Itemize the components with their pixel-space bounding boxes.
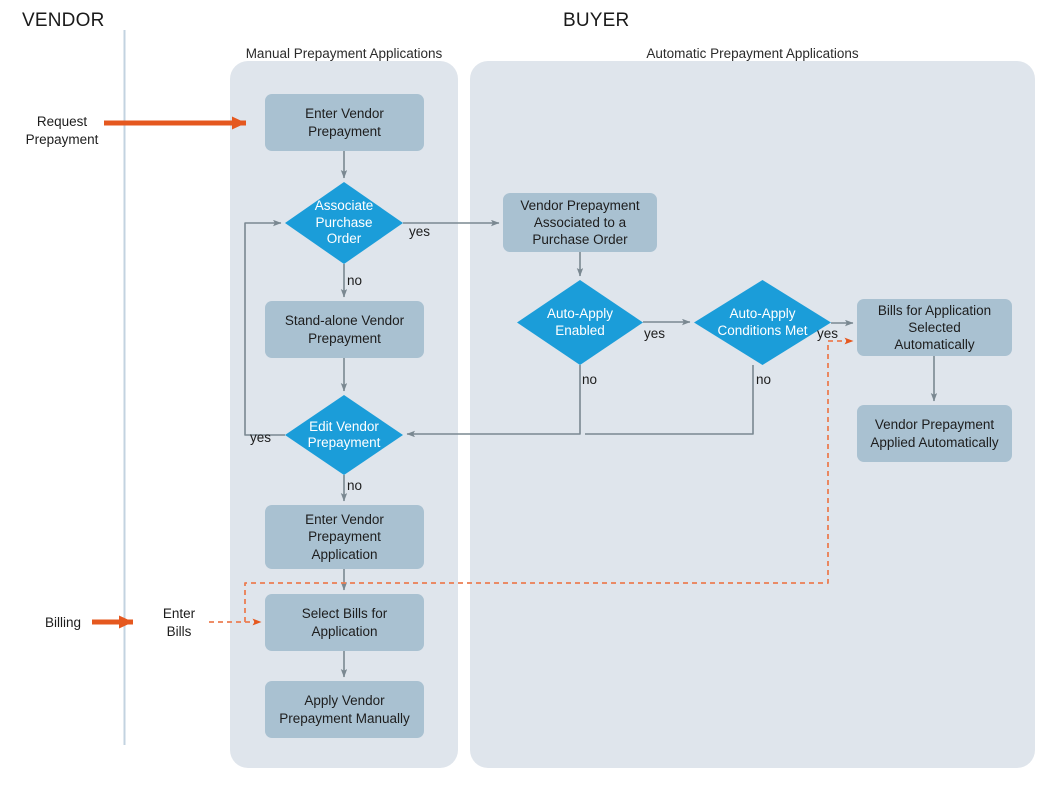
edge-label-associate-po-no: no — [347, 273, 363, 288]
node-label: Enter Vendor Prepayment — [305, 106, 384, 139]
external-label-request-prepayment: Request Prepayment — [25, 114, 99, 147]
lane-title-automatic-prepayment-applications: Automatic Prepayment Applications — [646, 46, 859, 61]
connector-auto-apply-enabled-no-to-edit-vendor-prepayment — [406, 365, 581, 438]
node-label: Vendor Prepayment Applied Automatically — [870, 417, 999, 450]
node-apply-vendor-prepayment-manually[interactable]: Apply Vendor Prepayment Manually — [265, 681, 424, 738]
node-select-bills-for-application[interactable]: Select Bills for Application — [265, 594, 424, 651]
external-label-billing: Billing — [44, 615, 82, 630]
node-label: Apply Vendor Prepayment Manually — [279, 693, 410, 726]
node-label: Bills for Application Selected Automatic… — [877, 302, 992, 353]
node-auto-apply-conditions-met[interactable]: Auto-Apply Conditions Met — [694, 280, 831, 365]
node-vendor-prepayment-applied-automatically[interactable]: Vendor Prepayment Applied Automatically — [857, 405, 1012, 462]
edge-label-associate-po-yes: yes — [409, 224, 431, 239]
pool-title-buyer: BUYER — [563, 10, 630, 31]
node-auto-apply-enabled[interactable]: Auto-Apply Enabled — [517, 280, 643, 365]
node-associate-purchase-order[interactable]: Associate Purchase Order — [285, 182, 403, 264]
node-label: Vendor Prepayment Associated to a Purcha… — [520, 197, 640, 248]
node-label: Stand-alone Vendor Prepayment — [284, 313, 405, 346]
edge-label-auto-apply-conditions-met-no: no — [756, 372, 772, 387]
node-label: Auto-Apply Enabled — [546, 306, 614, 338]
connector-layer — [92, 30, 938, 745]
node-enter-vendor-prepayment[interactable]: Enter Vendor Prepayment — [265, 94, 424, 151]
node-enter-vendor-prepayment-application[interactable]: Enter Vendor Prepayment Application — [265, 505, 424, 569]
lane-title-manual-prepayment-applications: Manual Prepayment Applications — [245, 46, 443, 61]
diagram-canvas: VENDOR BUYER Manual Prepayment Applicati… — [0, 0, 1044, 787]
edge-label-auto-apply-enabled-no: no — [582, 372, 598, 387]
edge-label-auto-apply-enabled-yes: yes — [644, 326, 666, 341]
edge-label-edit-vendor-prepayment-yes: yes — [250, 430, 272, 445]
edge-label-edit-vendor-prepayment-no: no — [347, 478, 363, 493]
node-label: Edit Vendor Prepayment — [307, 418, 381, 450]
node-edit-vendor-prepayment[interactable]: Edit Vendor Prepayment — [285, 395, 403, 475]
node-label: Enter Vendor Prepayment Application — [305, 512, 384, 562]
node-vendor-prepayment-associated-to-purchase-order[interactable]: Vendor Prepayment Associated to a Purcha… — [503, 193, 657, 252]
node-label: Associate Purchase Order — [314, 198, 374, 247]
external-label-enter-bills: Enter Bills — [162, 606, 196, 639]
node-label: Select Bills for Application — [301, 606, 388, 639]
node-label: Auto-Apply Conditions Met — [717, 306, 808, 338]
node-stand-alone-vendor-prepayment[interactable]: Stand-alone Vendor Prepayment — [265, 301, 424, 358]
pool-title-vendor: VENDOR — [22, 10, 105, 31]
connector-auto-apply-conditions-no-to-edit-vendor-prepayment — [585, 365, 754, 435]
node-bills-for-application-selected-automatically[interactable]: Bills for Application Selected Automatic… — [857, 299, 1012, 356]
